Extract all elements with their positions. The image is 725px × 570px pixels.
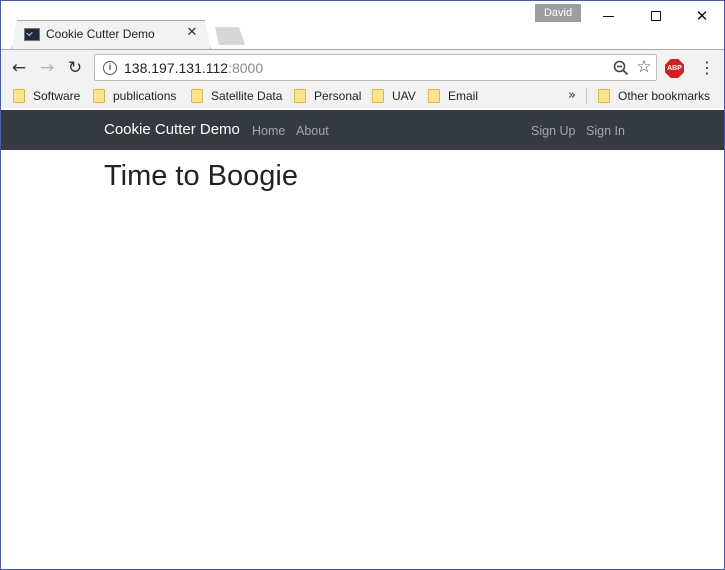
nav-home-link[interactable]: Home: [252, 124, 285, 138]
window-close-button[interactable]: ✕: [679, 1, 724, 31]
browser-window: Cookie Cutter Demo ✕ David ✕ ← → ↻ i 138…: [0, 0, 725, 570]
site-brand[interactable]: Cookie Cutter Demo: [104, 121, 240, 138]
folder-icon: [191, 89, 203, 103]
arrow-left-icon: ←: [11, 57, 27, 78]
adblock-icon[interactable]: ABP: [665, 59, 684, 78]
page-title: Time to Boogie: [104, 160, 298, 192]
bookmark-publications[interactable]: publications: [93, 87, 176, 105]
bookmark-label: Satellite Data: [211, 89, 283, 103]
bookmark-email[interactable]: Email: [428, 87, 478, 105]
reload-button[interactable]: ↻: [64, 57, 86, 79]
new-tab-button[interactable]: [215, 27, 245, 45]
bookmark-other[interactable]: Other bookmarks: [598, 87, 710, 105]
arrow-right-icon: →: [39, 57, 55, 78]
forward-button[interactable]: →: [36, 57, 58, 79]
bookmarks-bar: Software publications Satellite Data Per…: [1, 84, 724, 108]
close-icon: ✕: [695, 6, 709, 25]
info-icon[interactable]: i: [103, 61, 117, 75]
bookmark-label: Email: [448, 89, 479, 103]
url-host: 138.197.131.112: [124, 60, 229, 76]
title-bar: Cookie Cutter Demo ✕ David ✕: [1, 1, 724, 49]
bookmark-label: Other bookmarks: [618, 89, 711, 103]
folder-icon: [428, 89, 440, 103]
minimize-button[interactable]: [585, 1, 631, 31]
maximize-icon: [651, 11, 661, 21]
bookmark-uav[interactable]: UAV: [372, 87, 416, 105]
tab-title: Cookie Cutter Demo: [46, 27, 155, 41]
bookmark-label: Personal: [314, 89, 362, 103]
bookmarks-separator: [586, 88, 587, 104]
profile-badge[interactable]: David: [535, 4, 581, 22]
tab-active[interactable]: Cookie Cutter Demo ✕: [11, 20, 211, 50]
terminal-icon: [24, 28, 40, 41]
bookmark-label: publications: [113, 89, 177, 103]
address-bar[interactable]: i 138.197.131.112:8000 ☆: [94, 54, 657, 81]
nav-signin-link[interactable]: Sign In: [586, 124, 625, 138]
star-icon[interactable]: ☆: [634, 57, 654, 77]
bookmark-personal[interactable]: Personal: [294, 87, 361, 105]
bookmark-label: UAV: [392, 89, 416, 103]
site-navbar: Cookie Cutter Demo Home About Sign Up Si…: [1, 110, 724, 150]
zoom-out-icon[interactable]: [613, 60, 629, 76]
menu-icon[interactable]: ⋮: [698, 57, 716, 79]
url-text: 138.197.131.112:8000: [124, 60, 263, 76]
bookmark-label: Software: [33, 89, 81, 103]
bookmark-satellite-data[interactable]: Satellite Data: [191, 87, 282, 105]
bookmarks-overflow-button[interactable]: »: [564, 87, 580, 105]
url-port: :8000: [228, 60, 264, 76]
nav-signup-link[interactable]: Sign Up: [531, 124, 575, 138]
folder-icon: [598, 89, 610, 103]
folder-icon: [93, 89, 105, 103]
back-button[interactable]: ←: [8, 57, 30, 79]
page-content: Cookie Cutter Demo Home About Sign Up Si…: [1, 108, 724, 569]
browser-toolbar: ← → ↻ i 138.197.131.112:8000 ☆ ABP ⋮: [1, 49, 724, 84]
close-icon[interactable]: ✕: [185, 25, 199, 41]
reload-icon: ↻: [67, 57, 83, 78]
folder-icon: [294, 89, 306, 103]
maximize-button[interactable]: [633, 1, 679, 31]
folder-icon: [13, 89, 25, 103]
folder-icon: [372, 89, 384, 103]
minimize-icon: [602, 15, 614, 17]
nav-about-link[interactable]: About: [296, 124, 329, 138]
bookmark-software[interactable]: Software: [13, 87, 80, 105]
